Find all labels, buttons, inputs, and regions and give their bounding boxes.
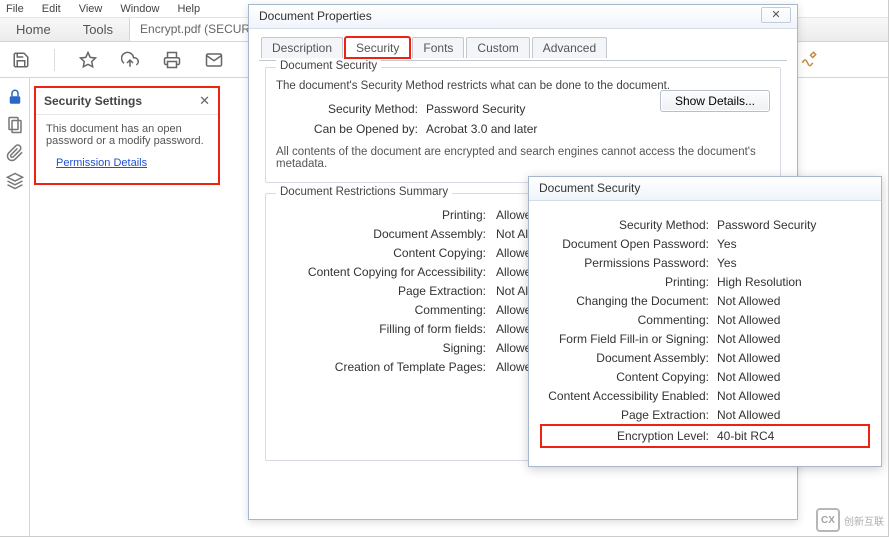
menu-window[interactable]: Window	[118, 2, 161, 16]
restriction-label: Content Copying:	[276, 246, 496, 260]
permission-details-link[interactable]: Permission Details	[56, 157, 147, 169]
watermark-logo: CX	[816, 508, 840, 532]
security-detail-label: Changing the Document:	[543, 294, 717, 308]
security-detail-label: Form Field Fill-in or Signing:	[543, 332, 717, 346]
menu-edit[interactable]: Edit	[40, 2, 63, 16]
document-security-details-dialog: Document Security Security Method:Passwo…	[528, 176, 882, 467]
security-detail-value: Not Allowed	[717, 408, 867, 422]
restriction-label: Creation of Template Pages:	[276, 360, 496, 374]
security-detail-label: Page Extraction:	[543, 408, 717, 422]
menu-help[interactable]: Help	[175, 2, 202, 16]
security-detail-row: Security Method:Password Security	[543, 218, 867, 232]
security-settings-title: Security Settings	[44, 94, 199, 108]
dialog-close-icon[interactable]: ✕	[761, 7, 791, 23]
left-rail	[0, 78, 30, 536]
restriction-label: Filling of form fields:	[276, 322, 496, 336]
security-detail-value: Not Allowed	[717, 370, 867, 384]
security-settings-body: This document has an open password or a …	[46, 123, 208, 147]
document-security-legend: Document Security	[276, 60, 381, 72]
security-detail-row: Document Assembly:Not Allowed	[543, 351, 867, 365]
show-details-button[interactable]: Show Details...	[660, 90, 770, 112]
tab-tools[interactable]: Tools	[67, 18, 129, 41]
can-open-label: Can be Opened by:	[276, 122, 426, 136]
security-detail-label: Permissions Password:	[543, 256, 717, 270]
restriction-label: Printing:	[276, 208, 496, 222]
can-open-value: Acrobat 3.0 and later	[426, 122, 537, 136]
security-detail-label: Document Open Password:	[543, 237, 717, 251]
toolbar-separator	[54, 49, 55, 71]
restriction-label: Commenting:	[276, 303, 496, 317]
security-detail-row: Content Accessibility Enabled:Not Allowe…	[543, 389, 867, 403]
security-detail-label: Commenting:	[543, 313, 717, 327]
restriction-label: Signing:	[276, 341, 496, 355]
details-dialog-title: Document Security	[529, 177, 881, 201]
file-tab-label: Encrypt.pdf (SECUR...	[140, 22, 260, 36]
restriction-label: Document Assembly:	[276, 227, 496, 241]
tab-security[interactable]: Security	[345, 37, 410, 58]
security-detail-row: Printing:High Resolution	[543, 275, 867, 289]
security-detail-label: Document Assembly:	[543, 351, 717, 365]
security-detail-value: High Resolution	[717, 275, 867, 289]
security-detail-label: Content Accessibility Enabled:	[543, 389, 717, 403]
properties-tabs: Description Security Fonts Custom Advanc…	[261, 37, 797, 58]
document-security-fieldset: Document Security Show Details... The do…	[265, 67, 781, 183]
encrypted-note: All contents of the document are encrypt…	[276, 146, 770, 170]
security-detail-row: Page Extraction:Not Allowed	[543, 408, 867, 422]
menu-file[interactable]: File	[4, 2, 26, 16]
pages-icon[interactable]	[6, 116, 24, 134]
restriction-label: Content Copying for Accessibility:	[276, 265, 496, 279]
security-detail-row: Changing the Document:Not Allowed	[543, 294, 867, 308]
security-detail-row: Permissions Password:Yes	[543, 256, 867, 270]
tab-description[interactable]: Description	[261, 37, 343, 58]
print-icon[interactable]	[163, 51, 181, 69]
security-detail-label: Content Copying:	[543, 370, 717, 384]
security-detail-row: Commenting:Not Allowed	[543, 313, 867, 327]
security-detail-value: Yes	[717, 237, 867, 251]
dialog-title: Document Properties	[259, 9, 372, 23]
mail-icon[interactable]	[205, 51, 223, 69]
watermark: CX 创新互联	[816, 508, 884, 532]
security-detail-value: Not Allowed	[717, 294, 867, 308]
security-detail-value: Not Allowed	[717, 351, 867, 365]
restrictions-legend: Document Restrictions Summary	[276, 186, 452, 198]
security-detail-row: Document Open Password:Yes	[543, 237, 867, 251]
cloud-upload-icon[interactable]	[121, 51, 139, 69]
security-detail-label: Encryption Level:	[543, 429, 717, 443]
security-detail-value: Not Allowed	[717, 389, 867, 403]
security-detail-row: Form Field Fill-in or Signing:Not Allowe…	[543, 332, 867, 346]
watermark-text: 创新互联	[844, 513, 884, 528]
save-icon[interactable]	[12, 51, 30, 69]
security-detail-label: Security Method:	[543, 218, 717, 232]
security-detail-value: Not Allowed	[717, 313, 867, 327]
tab-home[interactable]: Home	[0, 18, 67, 41]
security-detail-value: Yes	[717, 256, 867, 270]
lock-icon[interactable]	[6, 88, 24, 106]
security-method-label: Security Method:	[276, 102, 426, 116]
security-detail-value: Not Allowed	[717, 332, 867, 346]
security-detail-value: 40-bit RC4	[717, 429, 867, 443]
security-detail-row: Content Copying:Not Allowed	[543, 370, 867, 384]
sign-icon[interactable]	[800, 50, 818, 68]
menu-view[interactable]: View	[77, 2, 105, 16]
security-settings-panel: Security Settings ✕ This document has an…	[34, 86, 220, 185]
star-icon[interactable]	[79, 51, 97, 69]
layers-icon[interactable]	[6, 172, 24, 190]
security-detail-value: Password Security	[717, 218, 867, 232]
tab-advanced[interactable]: Advanced	[532, 37, 607, 58]
attachment-icon[interactable]	[6, 144, 24, 162]
restriction-label: Page Extraction:	[276, 284, 496, 298]
security-detail-row: Encryption Level:40-bit RC4	[543, 427, 867, 445]
tab-fonts[interactable]: Fonts	[412, 37, 464, 58]
security-method-value: Password Security	[426, 102, 525, 116]
tab-custom[interactable]: Custom	[466, 37, 529, 58]
panel-close-icon[interactable]: ✕	[199, 93, 210, 109]
security-detail-label: Printing:	[543, 275, 717, 289]
